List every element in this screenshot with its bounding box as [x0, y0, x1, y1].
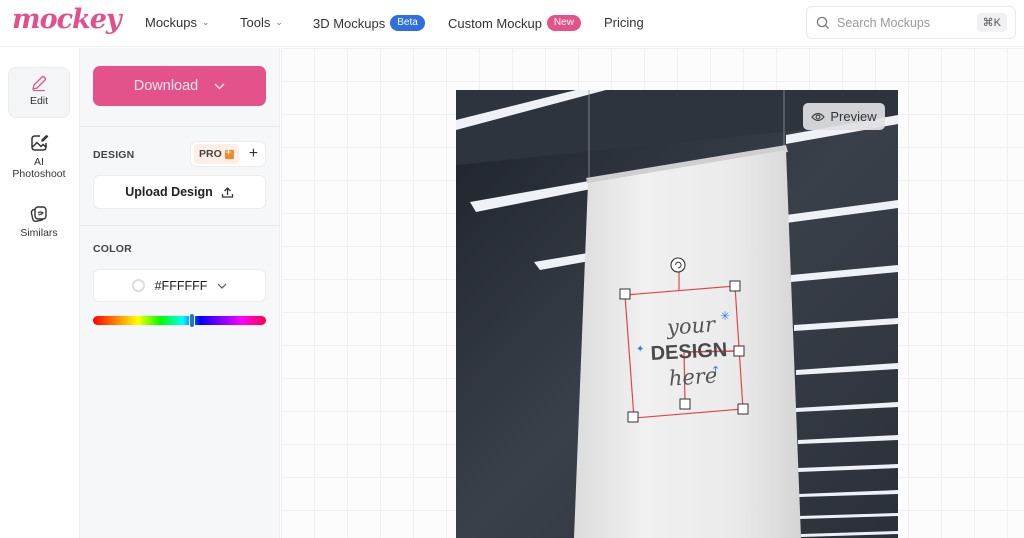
new-badge: New [546, 15, 581, 31]
mockey-logo[interactable]: mockey [12, 4, 122, 35]
search-icon [816, 16, 830, 29]
nav-tools-label: Tools [240, 15, 271, 30]
rail-item-ai-photoshoot[interactable]: AI Photoshoot [8, 127, 70, 187]
upload-design-label: Upload Design [125, 185, 213, 199]
preview-label: Preview [830, 109, 877, 124]
pro-label: PRO [199, 148, 222, 160]
chevron-down-icon [214, 83, 225, 89]
edit-panel: Download DESIGN PRO + Upload Design COLO… [80, 48, 280, 538]
rail-item-similars[interactable]: Similars [8, 198, 70, 246]
nav-mockups-label: Mockups [145, 15, 198, 30]
mockup-preview-image: ✳ ✦ ↑ your DESIGN here Preview [456, 90, 898, 538]
stack-icon [30, 206, 47, 223]
tool-rail: Edit AI Photoshoot Similars [0, 48, 80, 538]
nav-3d-mockups-label: 3D Mockups [313, 15, 386, 31]
search-placeholder: Search Mockups [837, 15, 931, 30]
top-navigation-bar: mockey Mockups ⌄ Tools ⌄ 3D Mockups Beta… [0, 0, 1024, 47]
preview-button[interactable]: Preview [803, 103, 885, 130]
nav-custom-mockup-label: Custom Mockup [448, 15, 542, 31]
rail-item-edit[interactable]: Edit [8, 67, 70, 118]
nav-pricing[interactable]: Pricing [604, 15, 644, 30]
nav-pricing-label: Pricing [604, 15, 644, 30]
upload-design-button[interactable]: Upload Design [93, 175, 266, 209]
color-section-label: COLOR [93, 243, 132, 255]
nav-custom-mockup[interactable]: Custom Mockup New [448, 15, 581, 31]
shortcut-hint: ⌘K [976, 13, 1007, 32]
chevron-down-icon [217, 283, 227, 289]
rail-item-ai-photoshoot-label: AI Photoshoot [12, 156, 66, 180]
hue-slider-thumb[interactable] [188, 313, 195, 328]
divider [80, 126, 280, 127]
placeholder-text-here: here [668, 363, 718, 391]
rail-item-edit-label: Edit [29, 95, 49, 107]
pro-add-design: PRO + [190, 141, 266, 167]
beta-badge: Beta [390, 15, 425, 31]
pencil-icon [32, 76, 47, 92]
chevron-down-icon: ⌄ [202, 17, 210, 27]
mockup-canvas: ✳ ✦ ↑ your DESIGN here Preview [281, 48, 1024, 538]
nav-3d-mockups[interactable]: 3D Mockups Beta [313, 15, 425, 31]
upload-icon [221, 186, 233, 198]
color-value: #FFFFFF [154, 278, 208, 293]
color-swatch [131, 279, 145, 292]
download-button[interactable]: Download [93, 66, 266, 106]
nav-tools[interactable]: Tools ⌄ [240, 15, 283, 30]
add-design-button[interactable]: + [249, 145, 258, 163]
pro-crown-icon [224, 147, 234, 159]
eye-icon [811, 112, 826, 121]
chevron-down-icon: ⌄ [275, 17, 283, 27]
placeholder-text-your: your [666, 312, 716, 340]
color-picker-dropdown[interactable]: #FFFFFF [93, 269, 266, 302]
design-section-label: DESIGN [93, 149, 135, 161]
nav-mockups[interactable]: Mockups ⌄ [145, 15, 210, 30]
hue-slider[interactable] [93, 313, 266, 328]
image-edit-icon [31, 135, 49, 151]
rail-item-similars-label: Similars [20, 227, 58, 239]
download-label: Download [133, 78, 199, 94]
search-input[interactable]: Search Mockups ⌘K [806, 6, 1016, 39]
divider [80, 225, 280, 226]
pro-badge[interactable]: PRO [194, 144, 239, 164]
